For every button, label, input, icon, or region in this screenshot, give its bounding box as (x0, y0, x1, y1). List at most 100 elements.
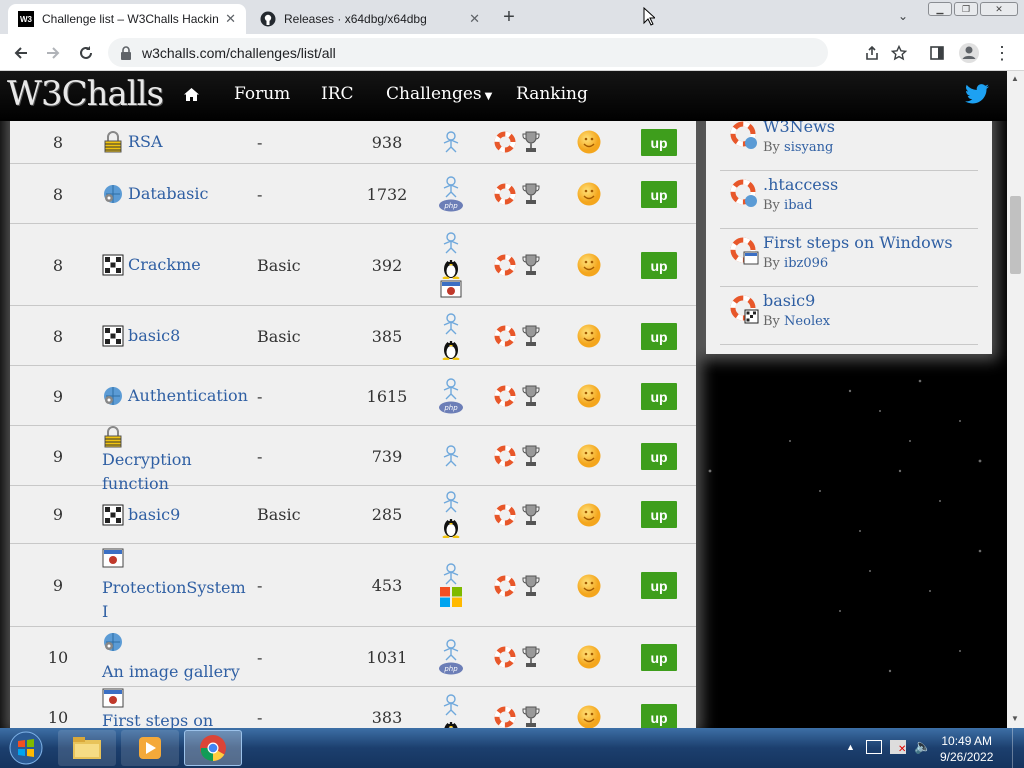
close-tab-icon[interactable]: ✕ (225, 11, 236, 27)
smiley-icon[interactable] (576, 323, 602, 349)
challenge-name-link[interactable]: An image gallery (102, 660, 240, 684)
side-panel-icon[interactable] (925, 41, 949, 65)
new-tab-button[interactable]: + (498, 6, 520, 28)
trophy-icon[interactable] (522, 385, 540, 407)
nav-forum[interactable]: Forum (234, 84, 290, 104)
challenge-name-cell[interactable]: First steps on Linux (102, 687, 252, 728)
challenge-name-link[interactable]: ProtectionSystem I (102, 576, 252, 624)
sidebar-item-author[interactable]: ibz096 (784, 256, 828, 271)
lifebuoy-help-icon[interactable] (494, 325, 516, 347)
site-logo[interactable]: W3Challs (7, 74, 164, 114)
challenge-name-cell[interactable]: ProtectionSystem I (102, 544, 252, 627)
lifebuoy-help-icon[interactable] (494, 575, 516, 597)
challenge-name-cell[interactable]: Databasic (102, 164, 252, 224)
trophy-icon[interactable] (522, 504, 540, 526)
nav-challenges[interactable]: Challenges ▼ (386, 84, 492, 104)
back-icon[interactable] (8, 40, 34, 66)
trophy-icon[interactable] (522, 131, 540, 153)
lifebuoy-help-icon[interactable] (494, 131, 516, 153)
upvote-button[interactable]: up (641, 644, 677, 671)
twitter-icon[interactable] (965, 83, 989, 105)
challenge-name-link[interactable]: Databasic (128, 182, 208, 206)
minimize-icon[interactable]: ▁ (928, 2, 952, 16)
action-center-icon[interactable] (866, 740, 882, 754)
explorer-taskbar-icon[interactable] (58, 730, 116, 766)
challenge-name-link[interactable]: basic8 (128, 324, 180, 348)
challenge-name-link[interactable]: First steps on Linux (102, 709, 252, 728)
trophy-icon[interactable] (522, 183, 540, 205)
trophy-icon[interactable] (522, 325, 540, 347)
smiley-icon[interactable] (576, 704, 602, 728)
smiley-icon[interactable] (576, 644, 602, 670)
sidebar-item-title[interactable]: First steps on Windows (763, 233, 953, 252)
challenge-name-cell[interactable]: Crackme (102, 224, 252, 306)
bookmark-star-icon[interactable] (887, 41, 911, 65)
sidebar-item-title[interactable]: .htaccess (763, 175, 838, 194)
sidebar-item-author[interactable]: Neolex (784, 314, 830, 329)
lifebuoy-help-icon[interactable] (494, 706, 516, 728)
trophy-icon[interactable] (522, 575, 540, 597)
tray-overflow-icon[interactable]: ▲ (846, 742, 855, 752)
challenge-name-link[interactable]: RSA (128, 130, 163, 154)
trophy-icon[interactable] (522, 706, 540, 728)
upvote-button[interactable]: up (641, 572, 677, 599)
lifebuoy-help-icon[interactable] (494, 385, 516, 407)
upvote-button[interactable]: up (641, 704, 677, 728)
nav-irc[interactable]: IRC (321, 84, 354, 104)
chrome-taskbar-icon[interactable] (184, 730, 242, 766)
scroll-up-icon[interactable]: ▲ (1011, 74, 1019, 83)
share-icon[interactable] (860, 41, 884, 65)
challenge-name-link[interactable]: basic9 (128, 503, 180, 527)
sidebar-item-title[interactable]: basic9 (763, 291, 815, 310)
upvote-button[interactable]: up (641, 383, 677, 410)
close-tab-icon[interactable]: ✕ (469, 11, 480, 27)
network-icon[interactable]: ✕ (890, 740, 906, 755)
lifebuoy-help-icon[interactable] (494, 254, 516, 276)
challenge-name-cell[interactable]: An image gallery (102, 627, 252, 687)
lock-icon[interactable] (120, 45, 132, 60)
upvote-button[interactable]: up (641, 323, 677, 350)
reload-icon[interactable] (73, 40, 99, 66)
upvote-button[interactable]: up (641, 129, 677, 156)
show-desktop-button[interactable] (1012, 728, 1024, 768)
system-clock[interactable]: 10:49 AM 9/26/2022 (940, 733, 993, 765)
restore-icon[interactable]: ❐ (954, 2, 978, 16)
upvote-button[interactable]: up (641, 181, 677, 208)
scrollbar-thumb[interactable] (1010, 196, 1021, 274)
challenge-name-cell[interactable]: basic9 (102, 485, 252, 544)
tab-search-chevron-icon[interactable]: ⌄ (898, 9, 908, 23)
challenge-name-cell[interactable]: basic8 (102, 306, 252, 366)
page-scrollbar[interactable]: ▲ ▼ (1007, 71, 1024, 728)
smiley-icon[interactable] (576, 129, 602, 155)
lifebuoy-help-icon[interactable] (494, 445, 516, 467)
smiley-icon[interactable] (576, 502, 602, 528)
upvote-button[interactable]: up (641, 443, 677, 470)
challenge-name-cell[interactable]: RSA (102, 120, 252, 164)
tab-x64dbg[interactable]: Releases · x64dbg/x64dbg ✕ (250, 4, 490, 34)
smiley-icon[interactable] (576, 443, 602, 469)
volume-icon[interactable]: 🔈 (914, 738, 931, 755)
challenge-name-link[interactable]: Crackme (128, 253, 201, 277)
smiley-icon[interactable] (576, 383, 602, 409)
home-icon[interactable] (184, 88, 199, 101)
start-button[interactable] (4, 730, 48, 766)
smiley-icon[interactable] (576, 181, 602, 207)
trophy-icon[interactable] (522, 445, 540, 467)
upvote-button[interactable]: up (641, 252, 677, 279)
sidebar-item-author[interactable]: ibad (784, 198, 813, 213)
upvote-button[interactable]: up (641, 501, 677, 528)
sidebar-item-author[interactable]: sisyang (784, 140, 833, 155)
tab-w3challs[interactable]: W3 Challenge list – W3Challs Hacking ✕ (8, 4, 246, 34)
lifebuoy-help-icon[interactable] (494, 504, 516, 526)
scroll-down-icon[interactable]: ▼ (1011, 714, 1019, 723)
challenge-name-cell[interactable]: Authentication (102, 366, 252, 426)
lifebuoy-help-icon[interactable] (494, 646, 516, 668)
lifebuoy-help-icon[interactable] (494, 183, 516, 205)
challenge-name-link[interactable]: Authentication (128, 384, 248, 408)
forward-icon[interactable] (40, 40, 66, 66)
close-window-icon[interactable]: ✕ (980, 2, 1018, 16)
menu-kebab-icon[interactable]: ⋮ (990, 41, 1014, 65)
challenge-name-cell[interactable]: Decryption function (102, 426, 252, 493)
smiley-icon[interactable] (576, 252, 602, 278)
trophy-icon[interactable] (522, 646, 540, 668)
